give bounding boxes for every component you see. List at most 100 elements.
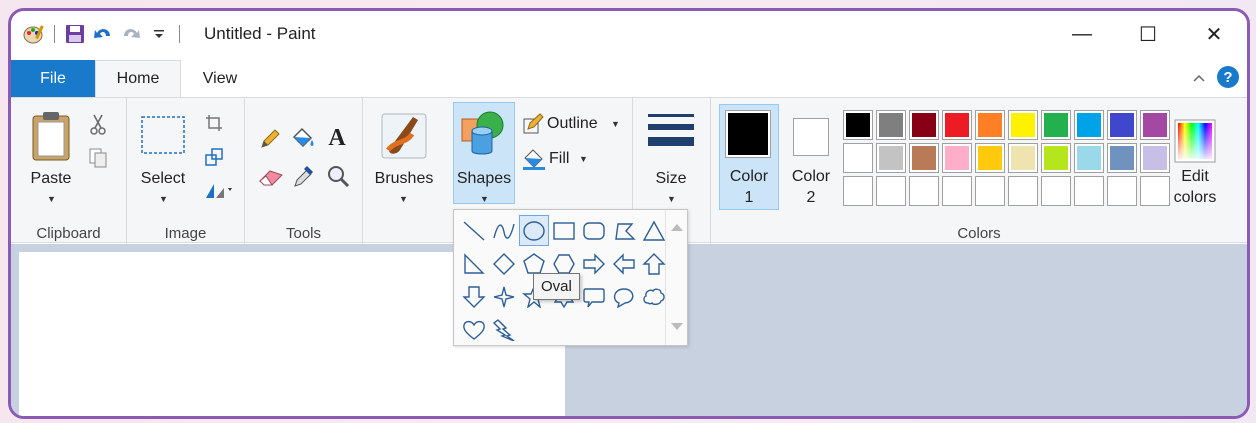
- palette-swatch[interactable]: [876, 143, 906, 173]
- palette-swatch[interactable]: [1140, 143, 1170, 173]
- collapse-ribbon-icon[interactable]: [1193, 70, 1205, 85]
- scroll-up-icon[interactable]: [670, 222, 684, 232]
- outline-button-label[interactable]: Outline: [547, 113, 607, 134]
- palette-swatch[interactable]: [975, 143, 1005, 173]
- palette-swatch-empty[interactable]: [942, 176, 972, 206]
- palette-swatch[interactable]: [1107, 143, 1137, 173]
- color2-label-line1[interactable]: Color: [783, 166, 839, 187]
- palette-swatch[interactable]: [843, 110, 873, 140]
- shape-diamond-icon[interactable]: [489, 248, 519, 279]
- palette-swatch-empty[interactable]: [843, 176, 873, 206]
- palette-swatch[interactable]: [1041, 110, 1071, 140]
- shape-right-triangle-icon[interactable]: [459, 248, 489, 279]
- eraser-icon[interactable]: [257, 164, 285, 190]
- outline-icon[interactable]: [521, 112, 545, 136]
- shape-four-point-star-icon[interactable]: [489, 281, 519, 312]
- tab-file[interactable]: File: [11, 60, 95, 97]
- shape-oval-callout-icon[interactable]: [609, 281, 639, 312]
- text-tool-icon[interactable]: A: [323, 124, 351, 152]
- brushes-button-label[interactable]: Brushes: [365, 168, 443, 189]
- shape-heart-icon[interactable]: [459, 314, 489, 345]
- palette-swatch-empty[interactable]: [1041, 176, 1071, 206]
- palette-swatch[interactable]: [975, 110, 1005, 140]
- paint-app-icon[interactable]: [23, 23, 45, 45]
- shape-right-arrow-icon[interactable]: [579, 248, 609, 279]
- shape-rounded-rectangle-icon[interactable]: [579, 215, 609, 246]
- palette-swatch-empty[interactable]: [876, 176, 906, 206]
- size-button-label[interactable]: Size: [641, 168, 701, 189]
- crop-icon[interactable]: [203, 112, 225, 134]
- shape-polygon-icon[interactable]: [609, 215, 639, 246]
- shape-rectangle-icon[interactable]: [549, 215, 579, 246]
- scroll-down-icon[interactable]: [670, 322, 684, 332]
- copy-icon[interactable]: [87, 146, 109, 170]
- palette-swatch[interactable]: [942, 143, 972, 173]
- undo-icon[interactable]: [92, 23, 114, 45]
- palette-swatch[interactable]: [1074, 110, 1104, 140]
- palette-swatch[interactable]: [1008, 110, 1038, 140]
- brushes-icon[interactable]: [379, 108, 429, 162]
- color2-label-line2[interactable]: 2: [783, 187, 839, 208]
- palette-swatch[interactable]: [1041, 143, 1071, 173]
- magnifier-icon[interactable]: [325, 162, 351, 190]
- palette-swatch[interactable]: [1074, 143, 1104, 173]
- palette-swatch[interactable]: [843, 143, 873, 173]
- edit-colors-label-line1[interactable]: Edit: [1169, 166, 1221, 187]
- size-icon[interactable]: [645, 110, 697, 160]
- outline-dropdown-arrow[interactable]: ▼: [611, 119, 620, 129]
- palette-swatch-empty[interactable]: [909, 176, 939, 206]
- help-icon[interactable]: ?: [1217, 66, 1239, 88]
- paste-button-label[interactable]: Paste: [23, 168, 79, 189]
- shape-cloud-callout-icon[interactable]: [639, 281, 669, 312]
- select-rectangle-icon[interactable]: [139, 114, 187, 156]
- shape-curve-icon[interactable]: [489, 215, 519, 246]
- fill-button-label[interactable]: Fill: [549, 148, 579, 169]
- shape-left-arrow-icon[interactable]: [609, 248, 639, 279]
- redo-icon[interactable]: [120, 23, 142, 45]
- close-button[interactable]: ✕: [1181, 11, 1247, 57]
- palette-swatch-empty[interactable]: [1074, 176, 1104, 206]
- shape-lightning-icon[interactable]: [489, 314, 519, 345]
- palette-swatch[interactable]: [1107, 110, 1137, 140]
- maximize-button[interactable]: ☐: [1115, 11, 1181, 57]
- fill-icon[interactable]: [521, 146, 547, 172]
- tab-home[interactable]: Home: [95, 60, 181, 97]
- edit-colors-label-line2[interactable]: colors: [1165, 187, 1225, 208]
- palette-swatch[interactable]: [1140, 110, 1170, 140]
- palette-swatch[interactable]: [876, 110, 906, 140]
- shape-triangle-icon[interactable]: [639, 215, 669, 246]
- save-icon[interactable]: [64, 23, 86, 45]
- brushes-dropdown-arrow[interactable]: ▼: [399, 194, 408, 204]
- fill-dropdown-arrow[interactable]: ▼: [579, 154, 588, 164]
- rotate-icon[interactable]: [203, 178, 237, 202]
- shape-line-icon[interactable]: [459, 215, 489, 246]
- minimize-button[interactable]: —: [1049, 11, 1115, 57]
- qat-separator: [179, 25, 180, 43]
- palette-swatch-empty[interactable]: [1008, 176, 1038, 206]
- palette-swatch[interactable]: [942, 110, 972, 140]
- select-dropdown-arrow[interactable]: ▼: [159, 194, 168, 204]
- paste-icon[interactable]: [29, 108, 73, 164]
- color2-swatch[interactable]: [793, 118, 829, 156]
- palette-swatch[interactable]: [1008, 143, 1038, 173]
- resize-icon[interactable]: [203, 146, 225, 168]
- shape-down-arrow-icon[interactable]: [459, 281, 489, 312]
- color-picker-icon[interactable]: [291, 162, 317, 190]
- shape-rounded-rectangle-callout-icon[interactable]: [579, 281, 609, 312]
- palette-swatch[interactable]: [909, 143, 939, 173]
- select-button-label[interactable]: Select: [133, 168, 193, 189]
- tools-group: A Tools: [245, 98, 363, 244]
- shape-up-arrow-icon[interactable]: [639, 248, 669, 279]
- shape-oval-icon[interactable]: [519, 215, 549, 246]
- size-dropdown-arrow[interactable]: ▼: [667, 194, 676, 204]
- fill-bucket-icon[interactable]: [289, 124, 317, 152]
- customize-qat-icon[interactable]: [148, 23, 170, 45]
- palette-swatch-empty[interactable]: [1107, 176, 1137, 206]
- paste-dropdown-arrow[interactable]: ▼: [47, 194, 56, 204]
- edit-colors-icon[interactable]: [1173, 118, 1217, 164]
- tab-view[interactable]: View: [181, 60, 259, 97]
- cut-icon[interactable]: [87, 112, 109, 136]
- palette-swatch[interactable]: [909, 110, 939, 140]
- pencil-icon[interactable]: [257, 126, 283, 152]
- palette-swatch-empty[interactable]: [975, 176, 1005, 206]
